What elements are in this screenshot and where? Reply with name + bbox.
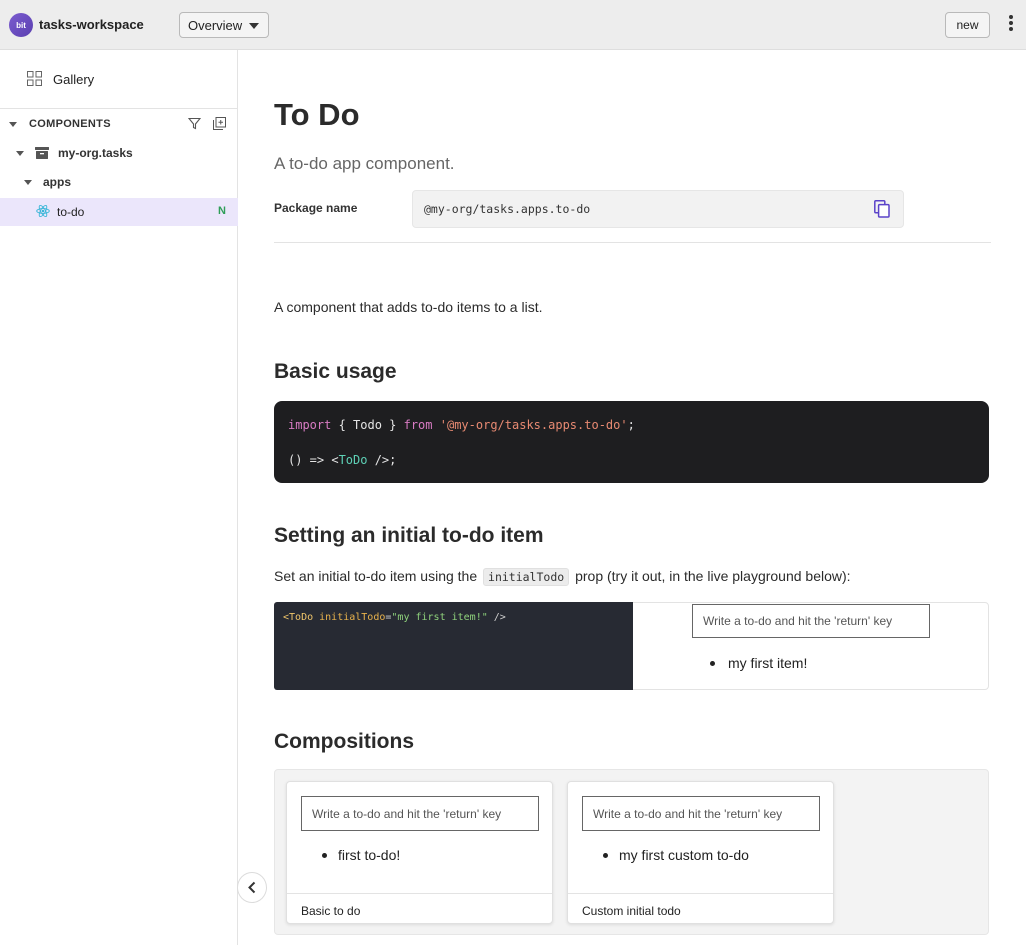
scope-label: my-org.tasks (58, 146, 133, 160)
component-label: to-do (57, 205, 85, 219)
todo-input[interactable]: Write a to-do and hit the 'return' key (301, 796, 539, 831)
code-line-usage: () => <ToDo />; (288, 453, 397, 467)
collapse-triangle-icon[interactable] (9, 122, 17, 127)
page-title: To Do (274, 97, 360, 132)
package-name-field: @my-org/tasks.apps.to-do (412, 190, 904, 228)
gallery-link[interactable]: Gallery (0, 50, 238, 109)
tree-item-scope[interactable]: my-org.tasks (0, 139, 238, 167)
gallery-label: Gallery (53, 72, 95, 87)
playground-todo-item: my first item! (728, 655, 808, 671)
view-selector-dropdown[interactable]: Overview (179, 12, 269, 38)
tree-item-namespace[interactable]: apps (0, 168, 238, 196)
code-block: import { Todo } from '@my-org/tasks.apps… (274, 401, 989, 483)
todo-item: first to-do! (338, 847, 401, 863)
grid-icon (27, 71, 42, 86)
bit-logo[interactable]: bit (9, 13, 33, 37)
composition-card[interactable]: Write a to-do and hit the 'return' key f… (286, 781, 553, 924)
chevron-down-icon (249, 23, 259, 29)
react-icon (36, 204, 50, 218)
live-playground: <ToDo initialTodo="my first item!" /> Wr… (274, 602, 989, 690)
sidebar: Gallery COMPONENTS my-org.tasks apps to-… (0, 50, 238, 945)
new-button[interactable]: new (945, 12, 990, 38)
composition-label: Custom initial todo (582, 904, 681, 918)
code-line-import: import { Todo } from '@my-org/tasks.apps… (288, 418, 635, 432)
top-bar: bit tasks-workspace Overview new (0, 0, 1026, 50)
compositions-panel: Write a to-do and hit the 'return' key f… (274, 769, 989, 935)
components-section-header[interactable]: COMPONENTS (0, 114, 238, 134)
components-section-label: COMPONENTS (29, 118, 111, 130)
composition-label: Basic to do (301, 904, 361, 918)
bullet (710, 661, 715, 666)
view-selector-label: Overview (188, 18, 243, 33)
basic-usage-heading: Basic usage (274, 360, 397, 383)
bullet (603, 853, 608, 858)
inline-code: initialTodo (483, 568, 570, 586)
more-options-icon[interactable] (1005, 15, 1017, 35)
page-subtitle: A to-do app component. (274, 154, 455, 173)
copy-icon[interactable] (874, 200, 890, 218)
initial-todo-description: Set an initial to-do item using the init… (274, 568, 851, 586)
package-name-label: Package name (274, 201, 358, 215)
composition-card[interactable]: Write a to-do and hit the 'return' key m… (567, 781, 834, 924)
add-scope-icon[interactable] (213, 117, 226, 130)
todo-input[interactable]: Write a to-do and hit the 'return' key (582, 796, 820, 831)
scope-box-icon (35, 147, 49, 159)
initial-todo-heading: Setting an initial to-do item (274, 524, 544, 547)
filter-icon[interactable] (188, 117, 201, 130)
divider (274, 242, 991, 243)
collapse-triangle-icon[interactable] (16, 151, 24, 156)
todo-item: my first custom to-do (619, 847, 749, 863)
playground-todo-input[interactable]: Write a to-do and hit the 'return' key (692, 604, 930, 638)
compositions-heading: Compositions (274, 730, 414, 753)
playground-editor[interactable]: <ToDo initialTodo="my first item!" /> (274, 602, 633, 690)
intro-text: A component that adds to-do items to a l… (274, 299, 543, 315)
new-status-badge: N (218, 205, 226, 217)
package-name-value: @my-org/tasks.apps.to-do (424, 202, 591, 216)
playground-code[interactable]: <ToDo initialTodo="my first item!" /> (283, 612, 506, 623)
composition-card-footer[interactable]: Custom initial todo (568, 893, 833, 924)
tree-item-component[interactable]: to-do N (0, 198, 238, 226)
bullet (322, 853, 327, 858)
workspace-name[interactable]: tasks-workspace (39, 17, 144, 32)
collapse-triangle-icon[interactable] (24, 180, 32, 185)
namespace-label: apps (43, 175, 72, 189)
composition-card-footer[interactable]: Basic to do (287, 893, 552, 924)
main-content: To Do A to-do app component. Package nam… (239, 50, 1026, 945)
